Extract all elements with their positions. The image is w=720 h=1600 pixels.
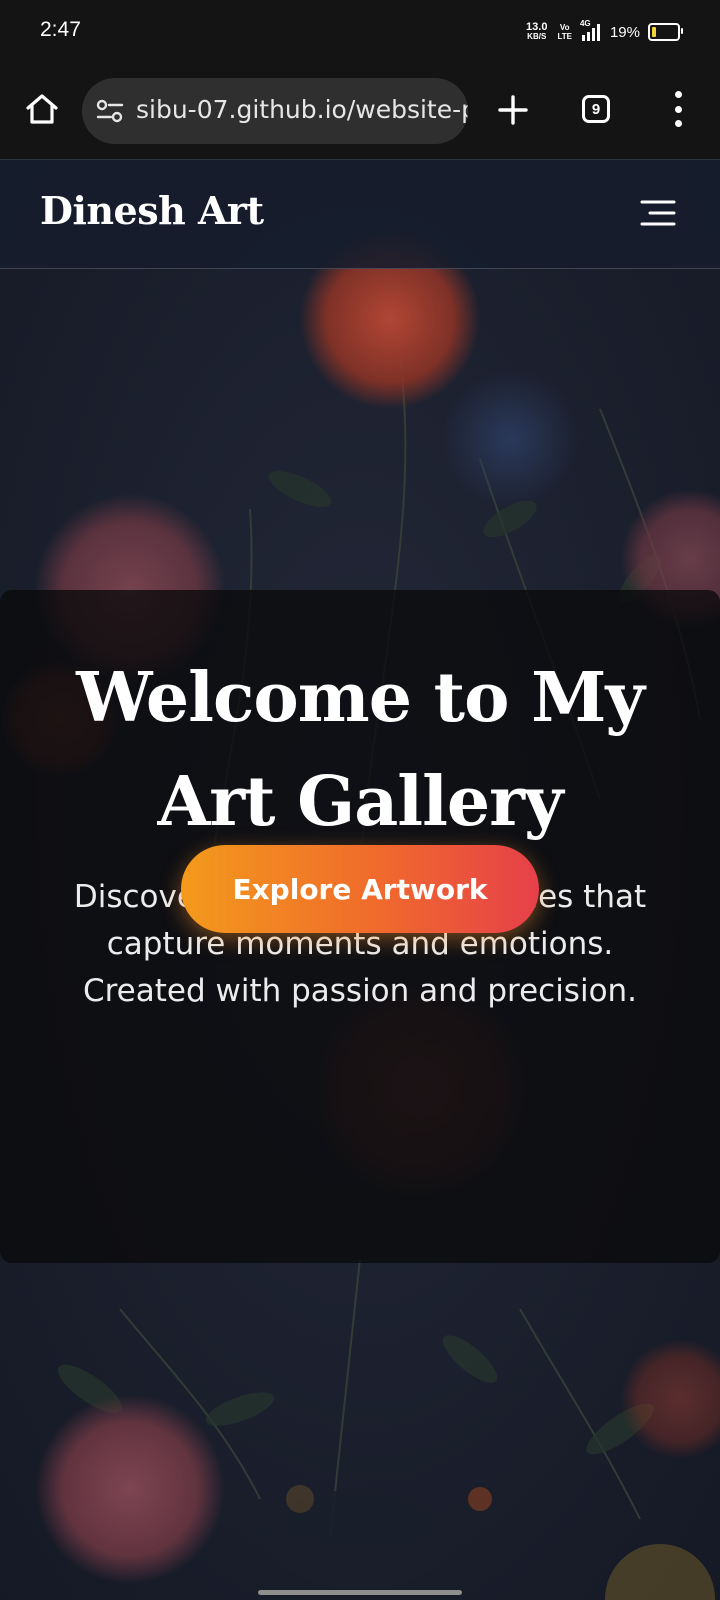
network-type-label: 4G <box>579 19 591 28</box>
network-speed-unit: KB/S <box>527 32 547 41</box>
url-text[interactable]: sibu-07.github.io/website-p <box>136 95 468 124</box>
status-time: 2:47 <box>40 18 81 41</box>
status-icons: 13.0 KB/S Vo LTE 4G 19% <box>526 18 683 46</box>
tune-icon[interactable] <box>96 98 124 124</box>
explore-artwork-button[interactable]: Explore Artwork <box>181 845 539 933</box>
battery-icon <box>648 23 683 41</box>
hero-title: Welcome to My Art Gallery <box>76 658 645 842</box>
status-bar: 2:47 13.0 KB/S Vo LTE 4G 19% <box>0 0 720 64</box>
signal-icon: 4G <box>580 19 600 41</box>
network-speed: 13.0 KB/S <box>526 21 548 42</box>
web-page: Dinesh Art Welcome to My Art Gallery Dis… <box>0 159 720 1600</box>
site-header: Dinesh Art <box>0 159 720 269</box>
menu-dot <box>674 120 682 127</box>
network-speed-value: 13.0 <box>526 21 548 33</box>
battery-percent: 19% <box>609 23 640 41</box>
home-icon[interactable] <box>24 91 60 127</box>
signal-bar <box>596 24 600 41</box>
gesture-navigation-bar[interactable] <box>258 1590 462 1595</box>
menu-dot <box>674 105 682 113</box>
signal-bar <box>581 35 585 41</box>
explore-artwork-label: Explore Artwork <box>232 872 488 906</box>
signal-bar <box>591 28 595 41</box>
tab-switcher-button[interactable]: 9 <box>582 95 610 123</box>
hamburger-icon[interactable] <box>640 198 676 228</box>
signal-bar <box>586 32 590 41</box>
volte-label-top: Vo <box>559 23 570 32</box>
browser-toolbar: sibu-07.github.io/website-p 9 <box>0 64 720 159</box>
plus-icon[interactable] <box>496 93 530 127</box>
phone-screen: 2:47 13.0 KB/S Vo LTE 4G 19% sibu-07.git… <box>0 0 720 1600</box>
tab-count: 9 <box>591 100 601 118</box>
menu-dot <box>674 91 682 98</box>
volte-label-bottom: LTE <box>557 32 572 41</box>
battery-level-fill <box>652 27 656 37</box>
more-vert-icon[interactable] <box>672 91 684 127</box>
address-bar[interactable]: sibu-07.github.io/website-p <box>82 78 468 144</box>
site-logo-text[interactable]: Dinesh Art <box>40 188 264 233</box>
volte-icon: Vo LTE <box>557 23 572 41</box>
